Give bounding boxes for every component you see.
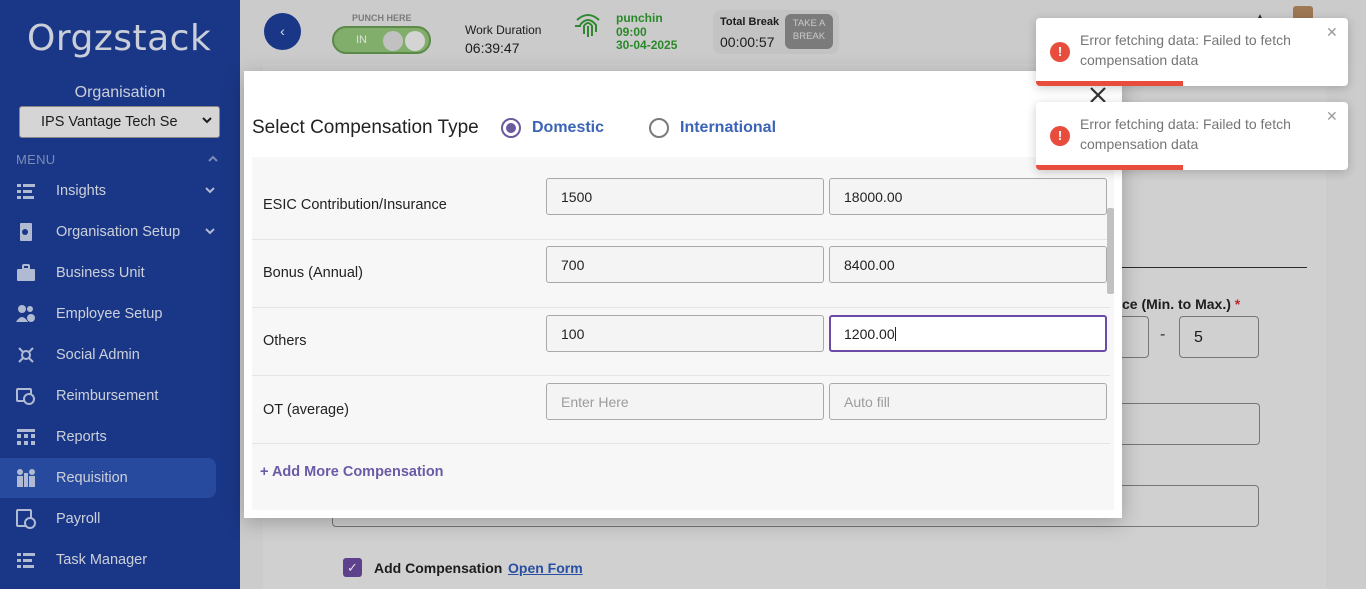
annual-amount-input[interactable]: Auto fill bbox=[829, 383, 1107, 420]
annual-amount-value: 1200.00 bbox=[844, 326, 895, 342]
monthly-amount-input[interactable]: 700 bbox=[546, 246, 824, 283]
compensation-label: OT (average) bbox=[263, 402, 349, 418]
radio-international-label[interactable]: International bbox=[680, 119, 776, 137]
close-icon[interactable]: ✕ bbox=[1326, 24, 1338, 41]
radio-international[interactable] bbox=[649, 118, 669, 138]
toast-message: Error fetching data: Failed to fetch com… bbox=[1080, 116, 1291, 152]
text-caret bbox=[894, 327, 896, 341]
annual-amount-input[interactable]: 8400.00 bbox=[829, 246, 1107, 283]
monthly-amount-input[interactable]: 1500 bbox=[546, 178, 824, 215]
compensation-label: ESIC Contribution/Insurance bbox=[263, 197, 447, 213]
modal-scrollbar[interactable] bbox=[1107, 208, 1114, 294]
annual-amount-input[interactable]: 18000.00 bbox=[829, 178, 1107, 215]
compensation-label: Bonus (Annual) bbox=[263, 265, 363, 281]
error-icon: ! bbox=[1050, 42, 1070, 62]
close-icon[interactable]: ✕ bbox=[1326, 108, 1338, 125]
radio-domestic-label[interactable]: Domestic bbox=[532, 119, 604, 137]
error-toast: ! Error fetching data: Failed to fetch c… bbox=[1036, 102, 1348, 170]
compensation-label: Others bbox=[263, 333, 307, 349]
annual-amount-input[interactable]: 1200.00 bbox=[829, 315, 1107, 352]
toast-message: Error fetching data: Failed to fetch com… bbox=[1080, 32, 1291, 68]
toast-progress-bar bbox=[1036, 165, 1183, 170]
error-icon: ! bbox=[1050, 126, 1070, 146]
monthly-amount-input[interactable]: Enter Here bbox=[546, 383, 824, 420]
monthly-amount-input[interactable]: 100 bbox=[546, 315, 824, 352]
add-more-compensation-link[interactable]: + Add More Compensation bbox=[260, 464, 444, 480]
radio-domestic[interactable] bbox=[501, 118, 521, 138]
error-toast: ! Error fetching data: Failed to fetch c… bbox=[1036, 18, 1348, 86]
modal-title: Select Compensation Type bbox=[252, 117, 479, 138]
toast-progress-bar bbox=[1036, 81, 1183, 86]
